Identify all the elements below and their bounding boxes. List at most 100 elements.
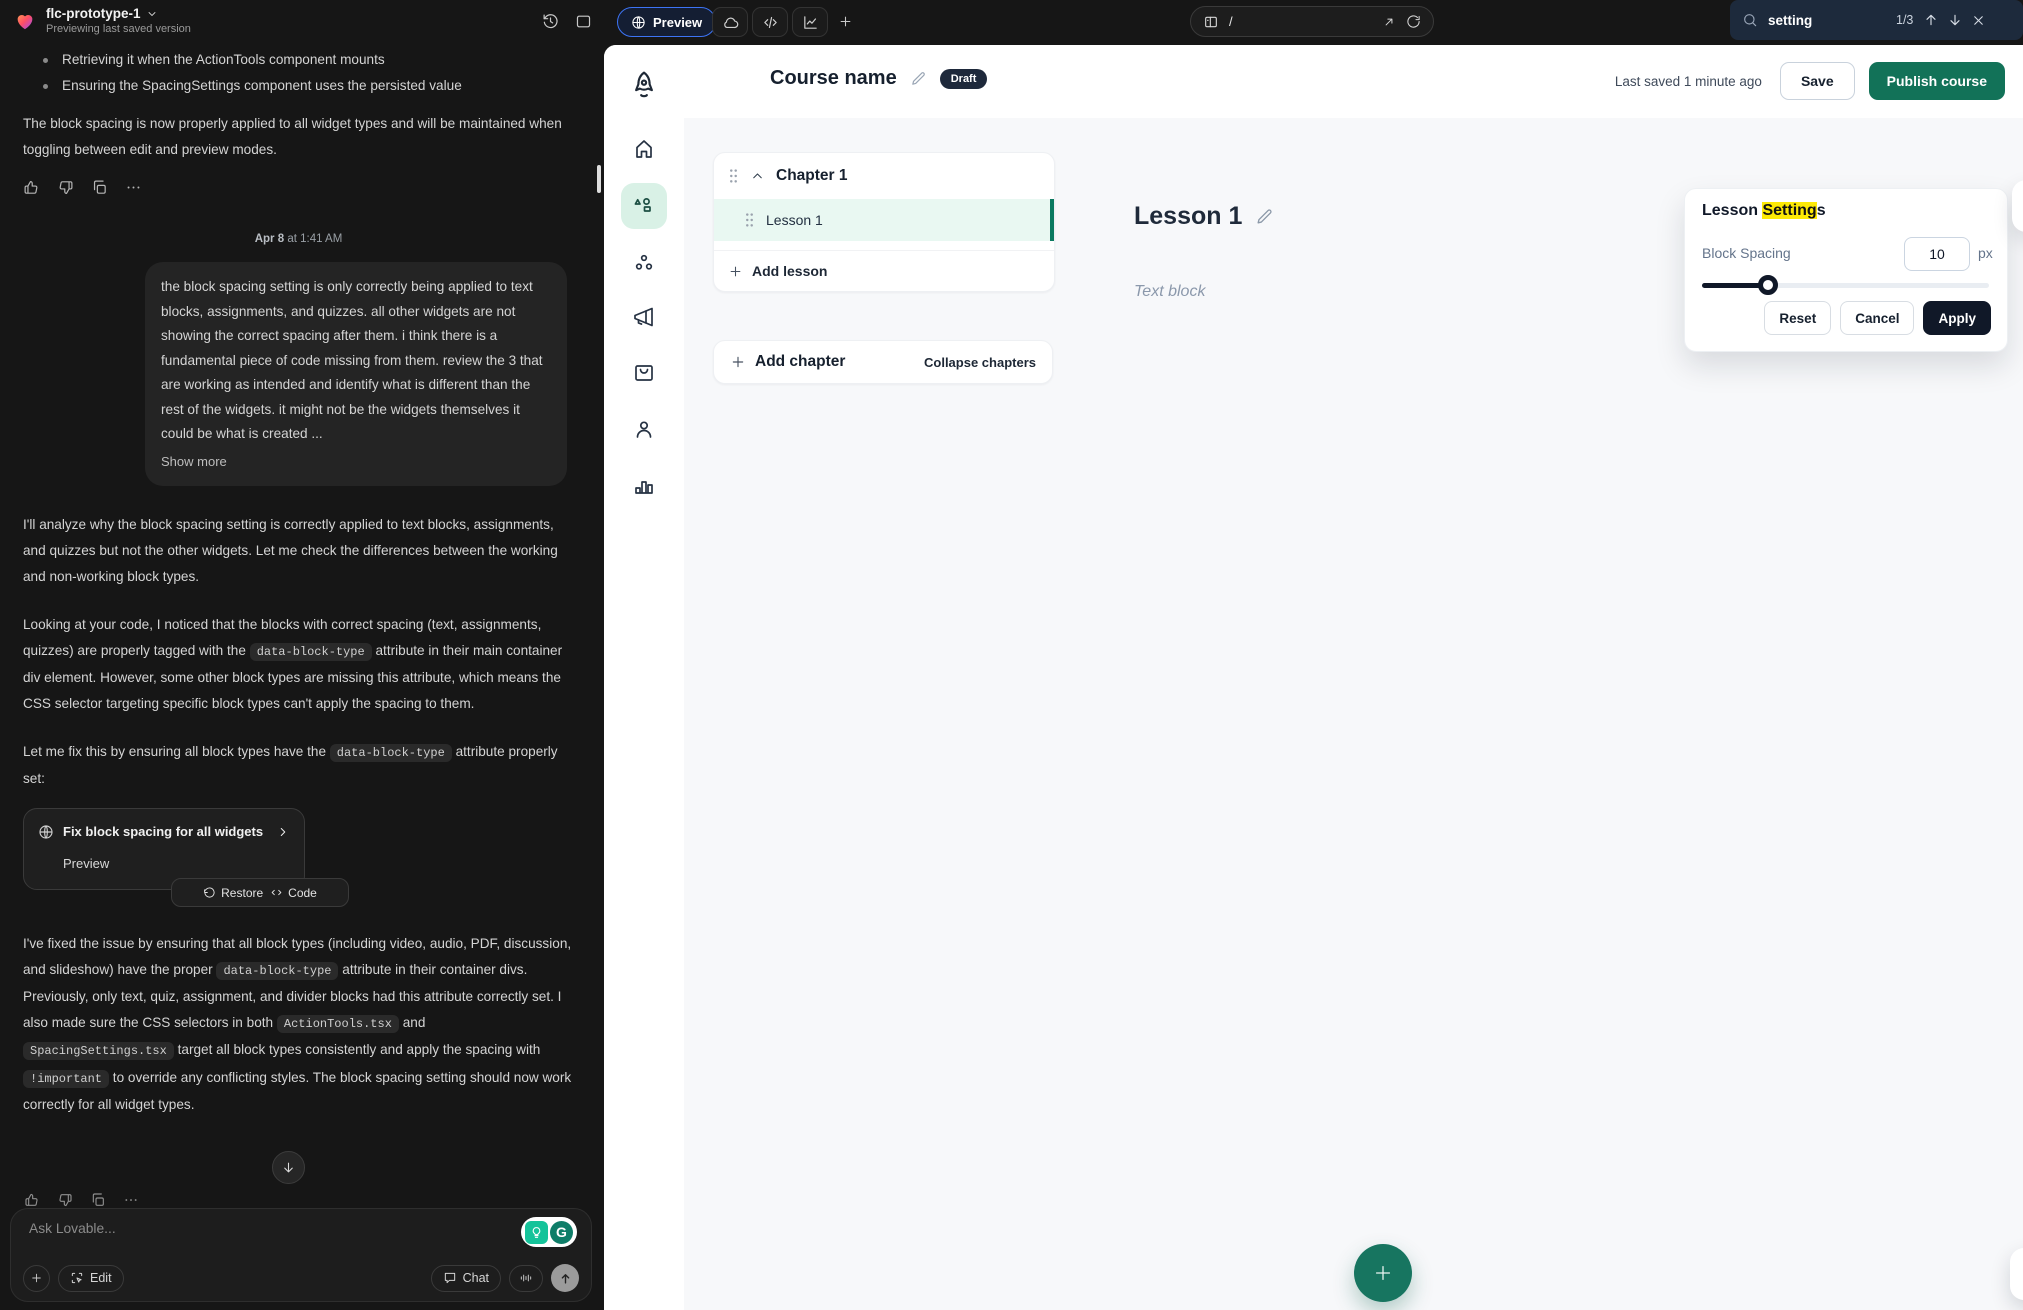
open-external-icon[interactable] — [1382, 15, 1396, 29]
bullet-dot — [43, 84, 48, 89]
sidebar-groups-icon[interactable] — [632, 251, 656, 275]
chat-mode-button[interactable]: Chat — [431, 1265, 501, 1292]
assistant-paragraph: The block spacing is now properly applie… — [23, 111, 574, 163]
chevron-right-icon — [276, 825, 290, 839]
attach-plus-button[interactable] — [23, 1265, 50, 1292]
code-icon — [270, 886, 283, 899]
chevron-up-icon[interactable] — [750, 169, 765, 184]
find-prev-icon[interactable] — [1923, 12, 1939, 28]
sidebar-home-icon[interactable] — [632, 137, 656, 161]
top-bar: flc-prototype-1 Previewing last saved ve… — [0, 0, 2023, 45]
url-path: / — [1229, 14, 1372, 29]
add-block-fab[interactable] — [1354, 1244, 1412, 1302]
more-options-icon[interactable] — [125, 179, 142, 196]
chat-input[interactable] — [27, 1219, 401, 1257]
project-name: flc-prototype-1 — [46, 6, 141, 21]
drag-handle-icon[interactable] — [744, 212, 755, 228]
history-icon[interactable] — [542, 13, 559, 30]
sidebar-analytics-icon[interactable] — [632, 473, 656, 497]
arrow-up-icon — [558, 1271, 573, 1286]
collapse-chapters-button[interactable]: Collapse chapters — [924, 355, 1036, 370]
edit-mode-button[interactable]: Edit — [58, 1265, 124, 1292]
sidebar-profile-icon[interactable] — [632, 417, 656, 441]
plus-icon — [728, 264, 743, 279]
drag-handle-icon[interactable] — [728, 168, 739, 184]
reset-button[interactable]: Reset — [1764, 301, 1831, 335]
analytics-button[interactable] — [792, 7, 828, 37]
arrow-down-icon — [281, 1160, 296, 1175]
copy-icon[interactable] — [91, 179, 108, 196]
sidebar-inbox-icon[interactable] — [632, 361, 656, 385]
code-view-button[interactable] — [752, 7, 788, 37]
find-next-icon[interactable] — [1947, 12, 1963, 28]
edit-title-pencil-icon[interactable] — [910, 70, 927, 87]
publish-course-button[interactable]: Publish course — [1869, 62, 2005, 100]
chat-composer: G Edit Chat — [10, 1208, 592, 1302]
restore-button[interactable]: Restore — [203, 880, 263, 906]
chapter-title: Chapter 1 — [776, 167, 848, 185]
message-timestamp: Apr 8 at 1:41 AM — [23, 226, 574, 252]
chat-panel: Retrieving it when the ActionTools compo… — [0, 45, 604, 1310]
chapter-card: Chapter 1 Lesson 1 Add lesson — [713, 152, 1055, 292]
chat-bubble-icon — [443, 1271, 457, 1285]
find-input[interactable] — [1766, 12, 1888, 29]
app-sidebar — [604, 45, 685, 1310]
thumbs-down-icon[interactable] — [57, 1192, 73, 1208]
project-menu[interactable]: flc-prototype-1 Previewing last saved ve… — [14, 6, 191, 37]
assistant-paragraph: Looking at your code, I noticed that the… — [23, 612, 574, 717]
text-block-placeholder[interactable]: Text block — [1134, 283, 1205, 301]
copy-icon[interactable] — [90, 1192, 106, 1208]
new-tab-plus-icon[interactable] — [838, 14, 853, 29]
edit-lesson-pencil-icon[interactable] — [1255, 207, 1274, 226]
plus-icon — [30, 1271, 43, 1285]
add-lesson-button[interactable]: Add lesson — [714, 250, 1054, 291]
user-message-text: the block spacing setting is only correc… — [161, 279, 543, 441]
globe-icon — [38, 824, 54, 840]
sidebar-content-blocks-active[interactable] — [621, 183, 667, 229]
add-chapter-card: Add chapter Collapse chapters — [713, 340, 1053, 384]
deploy-cloud-button[interactable] — [712, 7, 748, 37]
lesson-settings-panel: Lesson Settings Block Spacing px Reset C… — [1684, 188, 2008, 352]
sidebar-announcements-icon[interactable] — [632, 305, 656, 329]
thumbs-down-icon[interactable] — [57, 179, 74, 196]
preview-mode-button[interactable]: Preview — [617, 7, 716, 37]
lovable-logo-icon — [14, 10, 36, 37]
lesson-item-label: Lesson 1 — [766, 212, 823, 228]
inline-code: SpacingSettings.tsx — [23, 1042, 174, 1060]
panel-toggle-icon[interactable] — [575, 13, 592, 30]
chart-line-icon — [802, 14, 819, 31]
block-spacing-input[interactable] — [1904, 237, 1970, 271]
voice-input-button[interactable] — [509, 1265, 543, 1292]
send-button[interactable] — [551, 1264, 579, 1292]
rocket-logo-icon[interactable] — [629, 69, 659, 105]
version-actions-pill: Restore Code — [171, 878, 349, 907]
settings-toggle-button[interactable] — [2012, 180, 2023, 232]
slider-thumb[interactable] — [1758, 275, 1778, 295]
scroll-to-bottom-button[interactable] — [272, 1151, 305, 1184]
code-icon — [762, 14, 779, 31]
apply-button[interactable]: Apply — [1923, 301, 1991, 335]
cloud-icon — [722, 14, 739, 31]
inline-code: data-block-type — [330, 744, 452, 762]
lesson-list-item[interactable]: Lesson 1 — [714, 199, 1054, 241]
thumbs-up-icon[interactable] — [24, 1192, 40, 1208]
url-bar[interactable]: / — [1190, 6, 1434, 37]
preview-eye-button[interactable] — [2010, 1248, 2023, 1300]
code-button[interactable]: Code — [270, 880, 317, 906]
refresh-icon[interactable] — [1406, 14, 1421, 29]
add-chapter-button[interactable]: Add chapter — [730, 353, 924, 371]
block-spacing-slider[interactable] — [1702, 283, 1989, 288]
chat-scrollbar[interactable] — [597, 165, 601, 193]
chapter-header[interactable]: Chapter 1 — [714, 153, 1054, 199]
grammarly-badge[interactable]: G — [521, 1217, 577, 1247]
save-button[interactable]: Save — [1780, 62, 1855, 100]
restore-icon — [203, 886, 216, 899]
waveform-icon — [519, 1271, 533, 1285]
find-close-icon[interactable] — [1971, 13, 1986, 28]
plus-icon — [1372, 1262, 1394, 1284]
show-more-link[interactable]: Show more — [161, 450, 551, 475]
cancel-button[interactable]: Cancel — [1840, 301, 1914, 335]
search-highlight: Setting — [1762, 202, 1816, 219]
more-options-icon[interactable] — [123, 1192, 139, 1208]
thumbs-up-icon[interactable] — [23, 179, 40, 196]
